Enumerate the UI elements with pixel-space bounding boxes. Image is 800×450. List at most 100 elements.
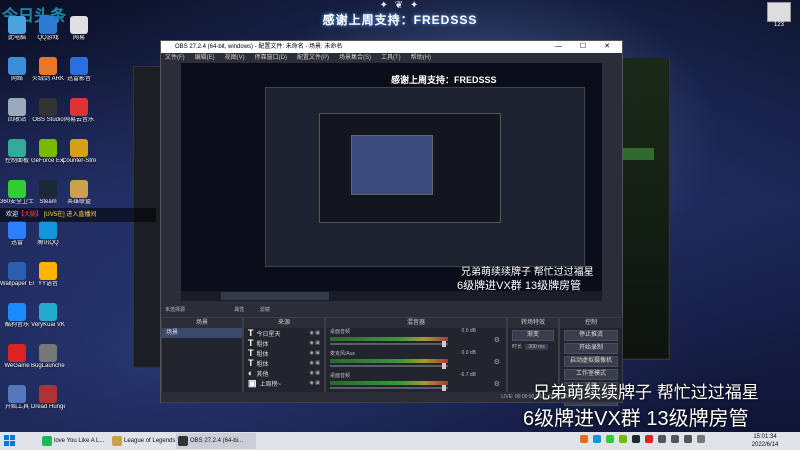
- tray-steam-icon[interactable]: [631, 435, 640, 443]
- tray-network-icon[interactable]: [657, 435, 666, 443]
- menu-item[interactable]: 文件(F): [165, 55, 185, 61]
- desktop-icon[interactable]: WeGame: [0, 344, 34, 370]
- duration-row: 时长 300 ms: [508, 343, 558, 350]
- app-icon: [8, 180, 26, 198]
- desktop-icon[interactable]: 网易: [62, 16, 96, 42]
- tray-notification-icon[interactable]: [696, 435, 705, 443]
- desktop-icon-label: 回收站: [7, 117, 26, 123]
- menu-item[interactable]: 编辑(E): [195, 55, 215, 61]
- obs-titlebar[interactable]: OBS 27.2.4 (64-bit, windows) - 配置文件: 未命名…: [161, 41, 622, 53]
- source-item[interactable]: ▣ 上周榜~ ◉ ▣: [244, 378, 324, 388]
- desktop-icon-label: 控制面板: [4, 158, 29, 164]
- app-icon: [42, 436, 52, 446]
- scene-item[interactable]: 场景: [162, 328, 242, 338]
- window-controls[interactable]: — ☐ ✕: [555, 41, 618, 53]
- desktop-icon[interactable]: 360安全卫士: [0, 180, 34, 206]
- tray-360-icon[interactable]: [605, 435, 614, 443]
- visibility-lock-icon[interactable]: ◉ ▣: [310, 358, 320, 368]
- desktop-icon[interactable]: 控制面板: [0, 139, 34, 165]
- tray-ime-icon[interactable]: [683, 435, 692, 443]
- volume-slider[interactable]: [330, 341, 448, 347]
- controls-header: 控制: [560, 318, 622, 328]
- control-button[interactable]: 开始录制: [564, 343, 618, 354]
- control-button[interactable]: 停止推流: [564, 330, 618, 341]
- visibility-lock-icon[interactable]: ◉ ▣: [310, 328, 320, 338]
- desktop-icon[interactable]: 回收站: [0, 98, 34, 124]
- desktop-icon-label: Counter-Strike: [62, 158, 96, 164]
- menu-item[interactable]: 配置文件(P): [297, 55, 329, 61]
- desktop-icon[interactable]: BugLauncher: [31, 344, 65, 370]
- crown-ornament: ✦ ❦ ✦: [379, 0, 421, 11]
- desktop-icon[interactable]: 开始工具: [0, 385, 34, 411]
- tray-nvidia-icon[interactable]: [618, 435, 627, 443]
- gear-icon[interactable]: ⚙: [494, 380, 500, 388]
- tray-volume-icon[interactable]: [670, 435, 679, 443]
- volume-slider[interactable]: [330, 363, 448, 369]
- transitions-header: 转场特效: [508, 318, 558, 328]
- desktop-icon[interactable]: 火绒剑 ARK: [31, 57, 65, 83]
- gear-icon[interactable]: ⚙: [494, 358, 500, 366]
- desktop-icon[interactable]: QQ游戏: [31, 16, 65, 42]
- desktop-icon[interactable]: Steam: [31, 180, 65, 206]
- windows-start-icon[interactable]: [4, 435, 16, 447]
- menu-item[interactable]: 视图(V): [225, 55, 245, 61]
- tray-app-icon[interactable]: [580, 435, 588, 443]
- desktop-icon-label: 网易: [72, 35, 85, 41]
- slider-knob[interactable]: [442, 385, 446, 391]
- desktop-icon-label: 迅雷: [10, 240, 23, 246]
- source-item[interactable]: T 粗体 ◉ ▣: [244, 348, 324, 358]
- taskbar-app-button[interactable]: love You Like A L...: [40, 433, 120, 449]
- tray-wegame-icon[interactable]: [644, 435, 653, 443]
- gear-icon[interactable]: ⚙: [494, 336, 500, 344]
- taskbar-app-button[interactable]: OBS 27.2.4 (64-bi...: [176, 433, 256, 449]
- desktop-icon[interactable]: OBS Studio: [31, 98, 65, 124]
- menu-item[interactable]: 场景集合(S): [339, 55, 371, 61]
- desktop-icon[interactable]: 腾讯QQ: [31, 221, 65, 247]
- desktop-icon-label: 火绒剑 ARK: [31, 76, 64, 82]
- menu-item[interactable]: 帮助(H): [411, 55, 431, 61]
- desktop-icon[interactable]: 英雄联盟: [62, 180, 96, 206]
- visibility-lock-icon[interactable]: ◉ ▣: [310, 368, 320, 378]
- desktop-icon[interactable]: Dread Hunger: [31, 385, 65, 411]
- filters-button[interactable]: 滤镜: [260, 307, 270, 313]
- slider-knob[interactable]: [442, 363, 446, 369]
- source-label: 上周榜~: [259, 382, 282, 388]
- volume-meter: [330, 337, 448, 341]
- source-item[interactable]: ◐ 其他 ◉ ▣: [244, 368, 324, 378]
- visibility-lock-icon[interactable]: ◉ ▣: [310, 378, 320, 388]
- desktop-icon[interactable]: GeForce Experience: [31, 139, 65, 165]
- desktop-icon[interactable]: 网易云音乐: [62, 98, 96, 124]
- visibility-lock-icon[interactable]: ◉ ▣: [310, 348, 320, 358]
- volume-meter: [330, 359, 448, 363]
- desktop-icon[interactable]: 酷狗音乐: [0, 303, 34, 329]
- source-item[interactable]: T 粗体 ◉ ▣: [244, 358, 324, 368]
- desktop-icon[interactable]: 网络: [0, 57, 34, 83]
- source-item[interactable]: T 粗体 ◉ ▣: [244, 338, 324, 348]
- chat-welcome-message: 欢迎【大腿】 [UV5在] 进入直播间: [0, 208, 156, 222]
- desktop-icon[interactable]: 迅雷影音: [62, 57, 96, 83]
- transition-select[interactable]: 渐变: [512, 330, 554, 341]
- desktop-icon-label: 360安全卫士: [0, 199, 34, 205]
- desktop-icon-label: 迅雷影音: [66, 76, 91, 82]
- obs-preview[interactable]: 感谢上周支持：FREDSSS 兄弟萌续续牌子 帮忙过过福星 6级牌进VX群 13…: [181, 63, 602, 301]
- desktop-icon[interactable]: VeryKuai VK: [31, 303, 65, 329]
- menu-item[interactable]: 工具(T): [381, 55, 401, 61]
- desktop-icon[interactable]: Counter-Strike: [62, 139, 96, 165]
- desktop-icon[interactable]: 迅雷: [0, 221, 34, 247]
- desktop-icon[interactable]: YY语音: [31, 262, 65, 288]
- duration-input[interactable]: 300 ms: [525, 344, 548, 350]
- desktop-icon[interactable]: 此电脑: [0, 16, 34, 42]
- visibility-lock-icon[interactable]: ◉ ▣: [310, 338, 320, 348]
- taskbar-app-button[interactable]: League of Legends: [110, 433, 186, 449]
- source-item[interactable]: T 今日星天 ◉ ▣: [244, 328, 324, 338]
- properties-button[interactable]: 属性: [234, 307, 244, 313]
- desktop-icon[interactable]: Wallpaper Engine: [0, 262, 34, 288]
- taskbar-clock[interactable]: 15:01:34 2022/6/14: [742, 433, 788, 449]
- menu-item[interactable]: 停靠窗口(D): [255, 55, 287, 61]
- tray-qq-icon[interactable]: [592, 435, 601, 443]
- desktop-icon-topright[interactable]: 123: [762, 2, 796, 36]
- volume-slider[interactable]: [330, 385, 448, 391]
- slider-knob[interactable]: [442, 341, 446, 347]
- control-button[interactable]: 启动虚拟摄像机: [564, 356, 618, 367]
- desktop-icon-label: OBS Studio: [32, 117, 64, 123]
